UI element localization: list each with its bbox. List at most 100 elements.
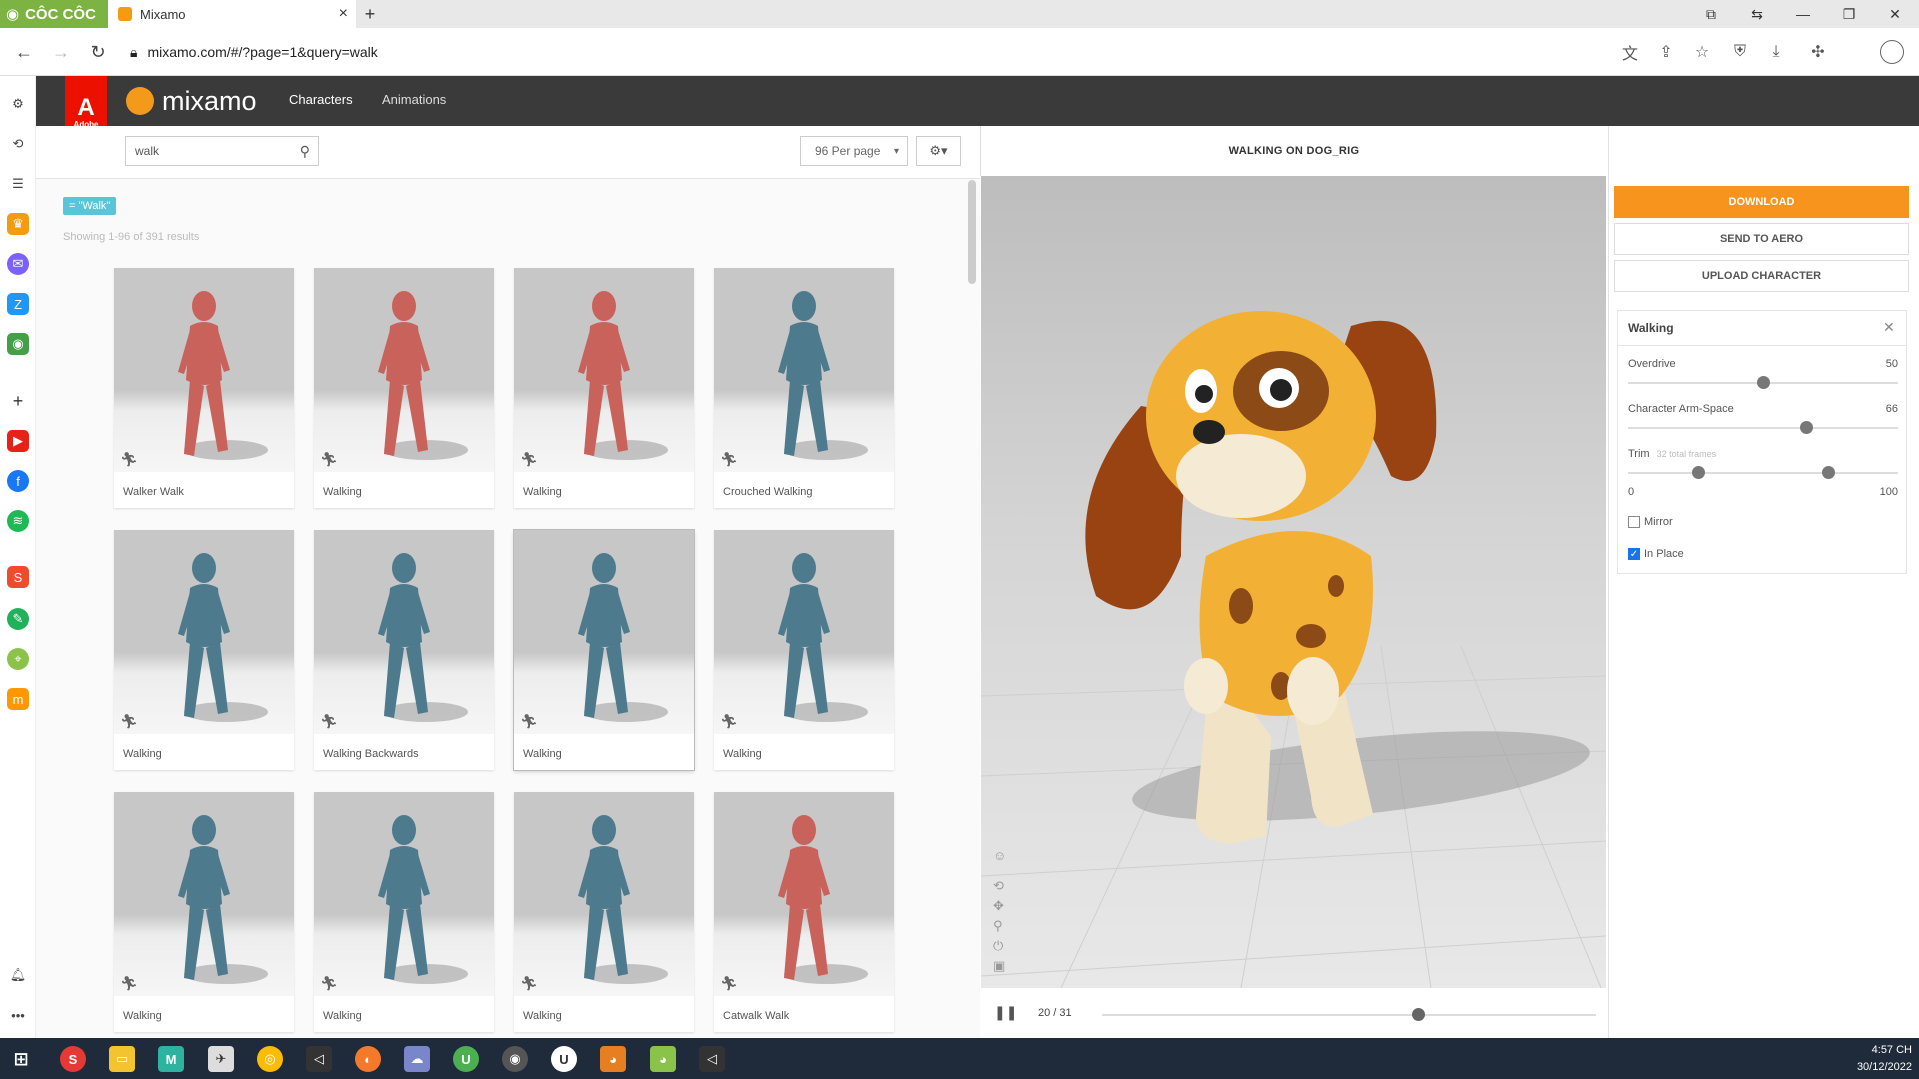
animation-card[interactable]: 🏃︎ Walking <box>314 792 494 1032</box>
in-place-checkbox[interactable]: ✓ <box>1628 548 1640 560</box>
back-list-icon[interactable]: ⇆ <box>1734 0 1780 28</box>
trim-slider[interactable] <box>1628 472 1898 474</box>
share-icon[interactable]: ⇪ <box>1654 40 1678 64</box>
windows-start-icon[interactable]: ⊞ <box>8 1046 34 1072</box>
animation-card[interactable]: 🏃︎ Catwalk Walk <box>714 792 894 1032</box>
animation-card[interactable]: 🏃︎ Walking <box>714 530 894 770</box>
overdrive-slider-handle[interactable] <box>1757 376 1770 389</box>
profile-avatar[interactable] <box>1880 40 1904 64</box>
trim-max: 100 <box>1879 486 1898 498</box>
mixamo-logo[interactable]: mixamo <box>126 84 257 118</box>
system-clock[interactable]: 4:57 CH 30/12/2022 <box>1842 1042 1912 1076</box>
game-controller-icon[interactable]: ◉ <box>7 333 29 355</box>
coccoc-alt-icon[interactable]: ◕ <box>650 1046 676 1072</box>
animation-card[interactable]: 🏃︎ Walking <box>514 792 694 1032</box>
animation-thumbnail: 🏃︎ <box>714 530 894 734</box>
send-to-aero-button[interactable]: SEND TO AERO <box>1614 223 1909 255</box>
forward-button[interactable]: → <box>47 38 75 66</box>
animation-card[interactable]: 🏃︎ Walking <box>514 530 694 770</box>
design-app-icon[interactable]: ✈ <box>208 1046 234 1072</box>
browser-brand[interactable]: ◉ CÔC CÔC <box>0 0 108 28</box>
search-icon[interactable]: ⚲ <box>300 143 310 160</box>
3d-viewport[interactable] <box>981 176 1606 988</box>
w-app-icon[interactable]: U <box>551 1046 577 1072</box>
animation-card[interactable]: 🏃︎ Walking <box>114 530 294 770</box>
animation-card[interactable]: 🏃︎ Walking Backwards <box>314 530 494 770</box>
unity-icon[interactable]: ◁ <box>306 1046 332 1072</box>
notes-icon[interactable]: ✎ <box>7 608 29 630</box>
pause-icon[interactable]: ❚❚ <box>994 1004 1017 1021</box>
animation-card[interactable]: 🏃︎ Walking <box>514 268 694 508</box>
search-tag[interactable]: = "Walk" <box>63 197 117 215</box>
crown-icon[interactable]: ♛ <box>7 213 29 235</box>
arm-space-label: Character Arm-Space <box>1628 403 1734 415</box>
trim-label: Trim 32 total frames <box>1628 448 1716 460</box>
url-field[interactable]: 🔒︎ mixamo.com/#/?page=1&query=walk <box>130 40 730 64</box>
animation-settings <box>1617 310 1907 574</box>
tab-search-icon[interactable]: ⧉ <box>1688 0 1734 28</box>
power-icon[interactable]: ⏻ <box>993 938 1003 954</box>
close-tab-icon[interactable]: × <box>339 5 348 23</box>
close-icon[interactable]: ✕ <box>1883 319 1895 336</box>
notification-bell-icon[interactable]: 🔔︎ <box>7 964 29 986</box>
github-icon[interactable]: ◉ <box>502 1046 528 1072</box>
more-icon[interactable]: ••• <box>7 1004 29 1026</box>
rotate-icon[interactable]: ⟲ <box>993 878 1004 894</box>
animation-card[interactable]: 🏃︎ Walking <box>114 792 294 1032</box>
camera-reset-icon[interactable]: ☺ <box>993 848 1006 863</box>
unity-hub-icon[interactable]: ◁ <box>699 1046 725 1072</box>
chrome-icon[interactable]: ◎ <box>257 1046 283 1072</box>
back-button[interactable]: ← <box>10 38 38 66</box>
history-icon[interactable]: ⟲ <box>7 133 29 155</box>
settings-gear-icon[interactable]: ⚙ <box>7 93 29 115</box>
blender-icon[interactable]: ◐ <box>355 1046 381 1072</box>
coccoc-taskbar-icon[interactable]: ◕ <box>600 1046 626 1072</box>
extensions-puzzle-icon[interactable]: ✣ <box>1806 40 1830 64</box>
mirror-checkbox[interactable] <box>1628 516 1640 528</box>
search-input[interactable]: walk ⚲ <box>125 136 319 166</box>
reload-button[interactable]: ↻ <box>84 38 112 66</box>
file-explorer-icon[interactable]: ▭ <box>109 1046 135 1072</box>
nav-animations[interactable]: Animations <box>382 92 446 107</box>
timeline-track[interactable] <box>1102 1014 1596 1016</box>
bookmark-star-icon[interactable]: ☆ <box>1690 40 1714 64</box>
animation-card[interactable]: 🏃︎ Walking <box>314 268 494 508</box>
m-app-icon[interactable]: M <box>158 1046 184 1072</box>
add-sidebar-icon[interactable]: + <box>7 390 29 412</box>
view-settings-button[interactable]: ⚙▾ <box>916 136 961 166</box>
spotify-icon[interactable]: ≋ <box>7 510 29 532</box>
animation-card[interactable]: 🏃︎ Crouched Walking <box>714 268 894 508</box>
shield-extension-icon[interactable]: ⛨ <box>1728 40 1752 64</box>
animation-thumbnail: 🏃︎ <box>314 792 494 996</box>
camera-icon[interactable]: ▣ <box>993 958 1005 974</box>
minimize-button[interactable]: — <box>1780 0 1826 28</box>
pan-icon[interactable]: ✥ <box>993 898 1004 914</box>
clock-time: 4:57 CH <box>1871 1044 1912 1056</box>
download-button[interactable]: DOWNLOAD <box>1614 186 1909 218</box>
zoom-icon[interactable]: ⚲ <box>993 918 1003 934</box>
u-app-icon[interactable]: U <box>453 1046 479 1072</box>
shopee-icon[interactable]: S <box>7 566 29 588</box>
new-tab-button[interactable]: + <box>356 0 384 28</box>
shield-app-icon[interactable]: S <box>60 1046 86 1072</box>
download-icon[interactable]: ⤓ <box>1764 40 1788 64</box>
facebook-icon[interactable]: f <box>7 470 29 492</box>
messenger-icon[interactable]: ✉ <box>7 253 29 275</box>
nav-characters[interactable]: Characters <box>289 92 353 107</box>
shop-icon[interactable]: m <box>7 688 29 710</box>
close-window-button[interactable]: ✕ <box>1872 0 1918 28</box>
upload-character-button[interactable]: UPLOAD CHARACTER <box>1614 260 1909 292</box>
animation-card[interactable]: 🏃︎ Walker Walk <box>114 268 294 508</box>
per-page-select[interactable]: 96 Per page ▾ <box>800 136 908 166</box>
tab-mixamo[interactable]: Mixamo × <box>108 0 356 28</box>
restore-button[interactable]: ❐ <box>1826 0 1872 28</box>
cloud-app-icon[interactable]: ☁ <box>404 1046 430 1072</box>
reading-list-icon[interactable]: ☰ <box>7 173 29 195</box>
arm-space-slider[interactable] <box>1628 427 1898 429</box>
zalo-icon[interactable]: Z <box>7 293 29 315</box>
translate-icon[interactable]: 文 <box>1618 40 1642 64</box>
map-icon[interactable]: ⌖ <box>7 648 29 670</box>
trim-end-handle[interactable] <box>1821 466 1835 479</box>
youtube-icon[interactable]: ▶ <box>7 430 29 452</box>
results-scrollbar[interactable] <box>968 180 976 284</box>
